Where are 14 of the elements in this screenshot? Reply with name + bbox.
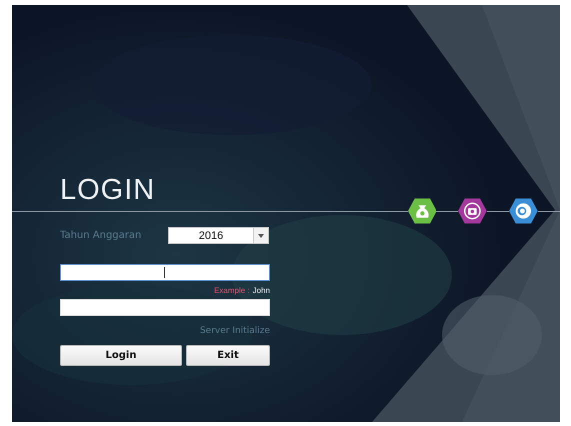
camera-icon[interactable] — [458, 198, 488, 224]
caret-icon — [258, 234, 264, 238]
year-dropdown[interactable]: 2016 — [168, 227, 269, 244]
hint-label: Example : — [214, 286, 250, 294]
hint-example: John — [252, 286, 270, 294]
year-label: Tahun Anggaran — [60, 230, 142, 241]
globe-icon[interactable] — [509, 198, 538, 224]
login-title: LOGIN — [60, 173, 156, 207]
password-field[interactable] — [60, 299, 270, 316]
exit-button[interactable]: Exit — [186, 345, 270, 366]
money-bag-icon[interactable] — [408, 198, 436, 224]
status-text: Server Initialize — [198, 325, 270, 338]
login-button[interactable]: Login — [60, 345, 182, 366]
username-field[interactable] — [60, 264, 270, 281]
